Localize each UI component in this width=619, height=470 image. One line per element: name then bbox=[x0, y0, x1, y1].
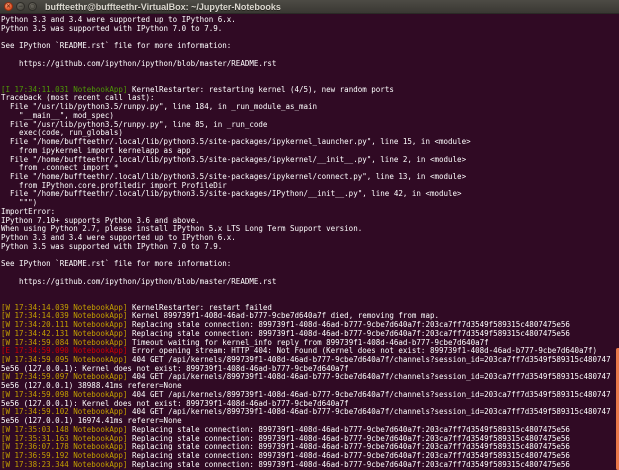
titlebar[interactable]: ✕ − ○ buffteethr@buffteethr-VirtualBox: … bbox=[0, 0, 619, 14]
terminal-line: [W 17:38:23.344 NotebookApp] Replacing s… bbox=[1, 459, 570, 469]
minimize-button[interactable]: − bbox=[16, 2, 25, 11]
close-icon: ✕ bbox=[5, 2, 12, 10]
terminal-line: See IPython `README.rst` file for more i… bbox=[1, 259, 232, 269]
terminal-line: File "/home/buffteethr/.local/lib/python… bbox=[1, 189, 462, 199]
maximize-button[interactable]: ○ bbox=[28, 2, 37, 11]
minimize-icon: − bbox=[17, 2, 24, 10]
terminal-line: https://github.com/ipython/ipython/blob/… bbox=[1, 58, 277, 68]
terminal-line: See IPython `README.rst` file for more i… bbox=[1, 41, 232, 51]
terminal-line: Python 3.5 was supported with IPython 7.… bbox=[1, 23, 223, 33]
terminal-output[interactable]: Python 3.3 and 3.4 were supported up to … bbox=[0, 14, 619, 470]
window-title: buffteethr@buffteethr-VirtualBox: ~/Jupy… bbox=[45, 1, 281, 12]
terminal-line: https://github.com/ipython/ipython/blob/… bbox=[1, 276, 277, 286]
window-controls: ✕ − ○ bbox=[4, 2, 37, 11]
terminal-line: """) bbox=[1, 198, 38, 208]
close-button[interactable]: ✕ bbox=[4, 2, 13, 11]
maximize-icon: ○ bbox=[29, 2, 36, 10]
terminal-window: ✕ − ○ buffteethr@buffteethr-VirtualBox: … bbox=[0, 0, 619, 470]
terminal-line: Python 3.5 was supported with IPython 7.… bbox=[1, 241, 223, 251]
